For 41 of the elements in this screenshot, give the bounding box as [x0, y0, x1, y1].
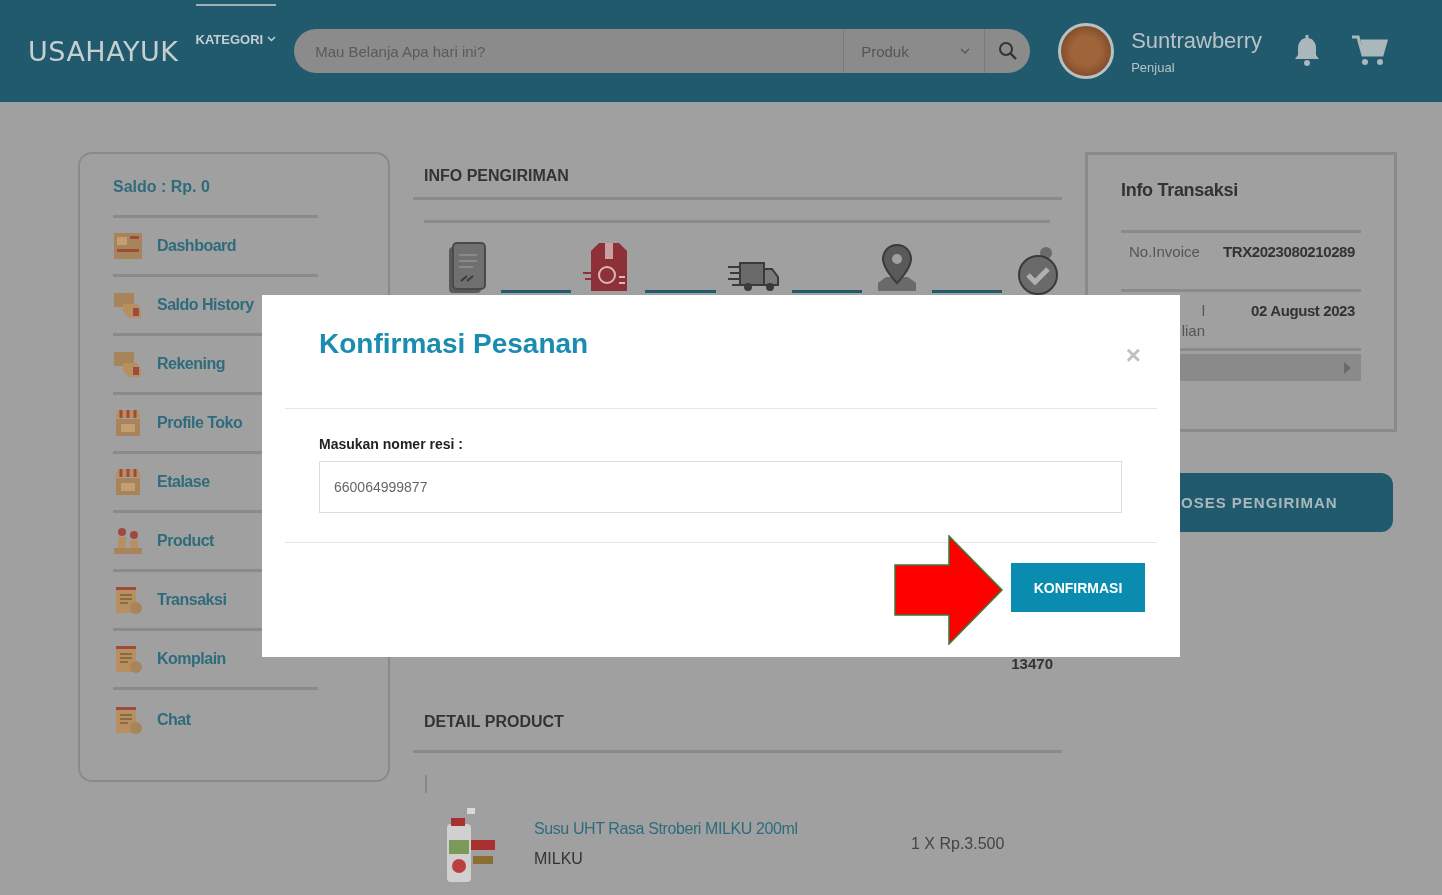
user-role: Penjual: [1131, 59, 1176, 75]
close-button[interactable]: ×: [1119, 340, 1147, 371]
document-icon: [113, 585, 143, 615]
section-title: DETAIL PRODUCT: [413, 689, 1062, 753]
hand-card-icon: [113, 290, 143, 320]
hand-card-icon: [113, 349, 143, 379]
row-value: TRX2023080210289: [1222, 243, 1355, 262]
cart-icon[interactable]: [1352, 35, 1388, 67]
sidebar-item[interactable]: Dashboard: [113, 218, 318, 277]
triangle-icon: [1344, 361, 1351, 374]
board-icon: [113, 231, 143, 261]
bell-icon[interactable]: [1292, 35, 1322, 67]
row-label: lian: [1181, 322, 1205, 339]
chevron-icon: [267, 36, 277, 42]
document-icon: [447, 241, 489, 295]
sidebar-item[interactable]: Chat: [113, 690, 318, 749]
category-menu[interactable]: KATEGORI: [195, 3, 277, 73]
shop-icon: [113, 467, 143, 497]
row-label: No.Invoice: [1129, 243, 1200, 260]
people-icon: [113, 526, 143, 556]
row-value: 02 August 2023: [1251, 302, 1355, 321]
postal-code-text: 13470: [1011, 655, 1053, 674]
receipt-number-field[interactable]: 660064999877: [319, 461, 1122, 513]
dialog-title: Konfirmasi Pesanan: [319, 327, 589, 360]
section-title: INFO PENGIRIMAN: [413, 152, 1062, 200]
card-title: Info Transaksi: [1121, 180, 1361, 233]
row-label: l: [1201, 302, 1205, 319]
logo[interactable]: USAHAYUK: [28, 35, 179, 67]
document-icon: [113, 704, 143, 735]
product-brand: MILKU: [534, 850, 584, 868]
chevron-icon: [960, 48, 971, 54]
balance-text: Saldo : Rp. 0: [113, 178, 318, 218]
product-price: 1 X Rp.3.500: [911, 835, 1005, 853]
search-button[interactable]: [984, 29, 1031, 73]
shop-icon: [113, 408, 143, 438]
product-name[interactable]: Susu UHT Rasa Stroberi MILKU 200ml: [534, 820, 911, 838]
document-icon: [113, 644, 143, 674]
field-label: Masukan nomer resi :: [319, 436, 464, 452]
confirm-button[interactable]: KONFIRMASI: [1011, 563, 1145, 612]
user-name: Suntrawberry: [1131, 27, 1262, 54]
search-icon: [997, 41, 1018, 61]
